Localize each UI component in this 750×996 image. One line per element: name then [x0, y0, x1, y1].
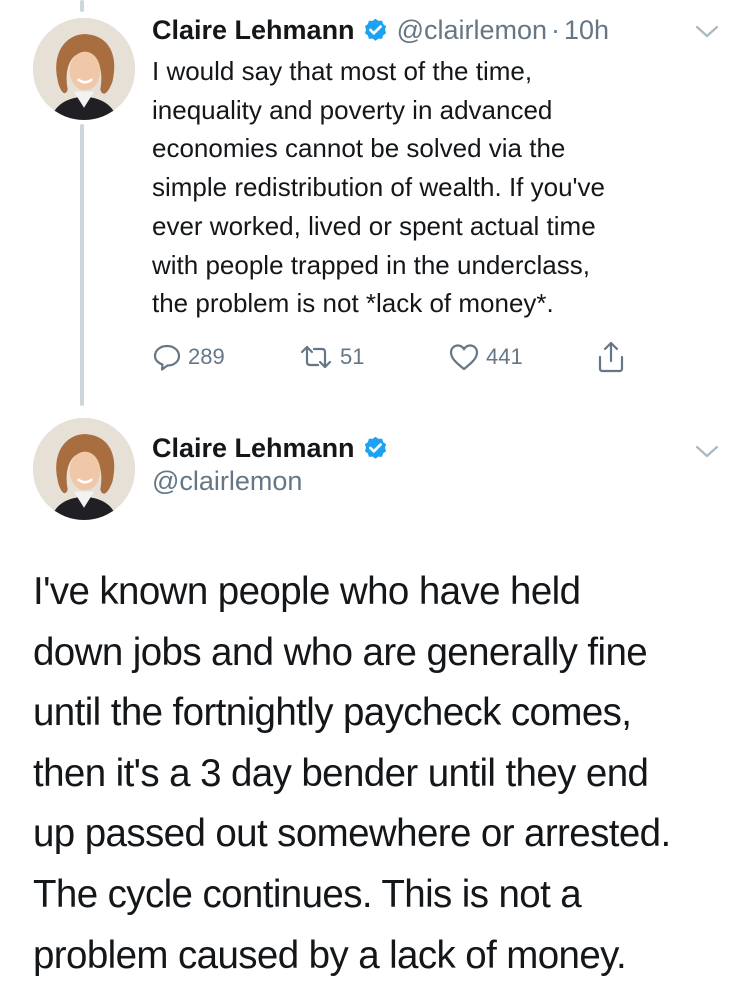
display-name[interactable]: Claire Lehmann: [152, 433, 355, 464]
reply-icon: [153, 344, 181, 371]
avatar-image: [33, 418, 135, 520]
avatar-image: [33, 18, 135, 120]
handle[interactable]: @clairlemon: [397, 15, 547, 46]
retweet-count: 51: [340, 344, 365, 369]
avatar[interactable]: [33, 18, 135, 120]
tweet-text: I've known people who have held down job…: [33, 570, 671, 977]
thread-connector: [80, 124, 84, 406]
verified-badge-icon: [364, 436, 386, 459]
retweet-icon: [300, 345, 332, 369]
reply-button[interactable]: 289: [152, 340, 225, 374]
tweet-text: I would say that most of the time, inequ…: [152, 56, 605, 319]
chevron-down-icon[interactable]: [694, 444, 720, 460]
handle[interactable]: @clairlemon: [152, 466, 302, 497]
thread-connector-top: [80, 0, 84, 12]
avatar[interactable]: [33, 418, 135, 520]
share-button[interactable]: [596, 340, 626, 374]
heart-icon: [449, 344, 479, 371]
reply-count: 289: [188, 344, 225, 369]
timestamp[interactable]: 10h: [564, 15, 609, 46]
separator-dot: ·: [551, 14, 561, 45]
share-icon: [598, 341, 624, 373]
like-count: 441: [486, 344, 523, 369]
chevron-down-icon[interactable]: [694, 24, 720, 40]
display-name[interactable]: Claire Lehmann: [152, 15, 355, 46]
tweet-header: Claire Lehmann: [152, 428, 389, 468]
retweet-button[interactable]: 51: [298, 340, 364, 374]
like-button[interactable]: 441: [448, 340, 523, 374]
tweet-actions: 289 51 441: [152, 340, 672, 374]
tweet-header: Claire Lehmann @clairlemon · 10h: [152, 10, 609, 50]
verified-badge-icon: [364, 18, 386, 41]
